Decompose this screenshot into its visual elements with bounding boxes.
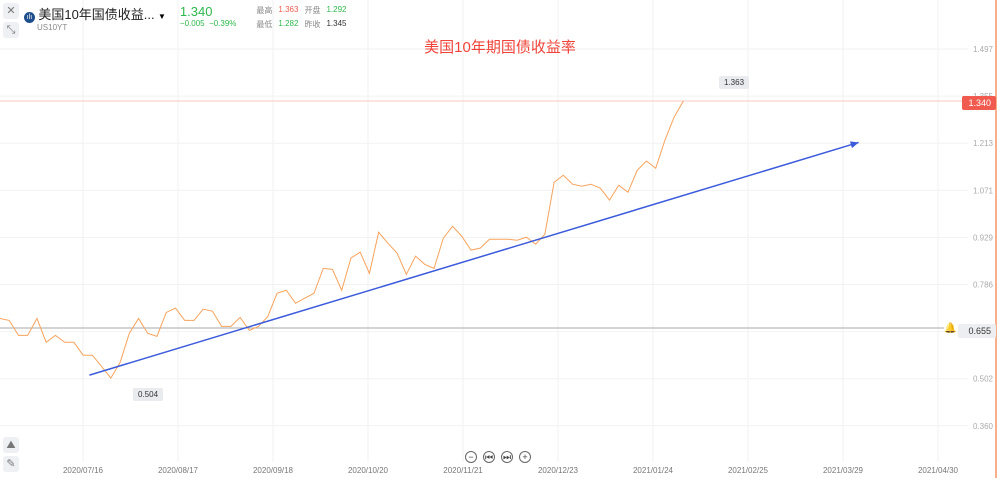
- zoom-in-button[interactable]: +: [519, 451, 531, 463]
- low-label: 最低: [256, 20, 273, 29]
- open-value: 1.292: [326, 5, 347, 14]
- symbol-logo-icon: ılı: [24, 12, 35, 23]
- x-tick-label: 2021/03/29: [823, 466, 864, 475]
- x-tick-label: 2021/02/25: [728, 466, 769, 475]
- alert-bell-icon[interactable]: 🔔: [944, 323, 956, 334]
- x-tick-label: 2021/04/30: [918, 466, 959, 475]
- symbol-code: US10YT: [37, 23, 68, 32]
- close-icon[interactable]: ✕: [3, 3, 19, 19]
- y-tick-label: 0.929: [973, 233, 994, 242]
- x-tick-label: 2020/11/21: [443, 466, 483, 475]
- x-tick-label: 2020/12/23: [538, 466, 579, 475]
- zoom-controls: − ⏮ ⏭ +: [465, 451, 531, 463]
- trend-line: [89, 141, 859, 376]
- x-tick-label: 2020/10/20: [348, 466, 389, 475]
- price-chart[interactable]: 1.4971.3551.2131.0710.9290.7860.6440.502…: [0, 0, 1000, 478]
- open-label: 开盘: [304, 6, 321, 15]
- last-price: 1.340: [179, 4, 213, 19]
- last-price-tag: 1.340: [962, 96, 996, 110]
- x-tick-label: 2020/08/17: [158, 466, 199, 475]
- change-pct: −0.39%: [209, 19, 237, 28]
- prev-close-label: 昨收: [304, 20, 321, 29]
- high-marker-label: 1.363: [719, 76, 750, 89]
- high-label: 最高: [256, 6, 273, 15]
- y-tick-label: 1.213: [973, 139, 994, 148]
- chart-title: 美国10年期国债收益率: [424, 39, 576, 56]
- x-tick-label: 2020/09/18: [253, 466, 294, 475]
- alert-price-tag[interactable]: 0.655: [958, 324, 996, 338]
- prev-close-value: 1.345: [326, 19, 347, 28]
- y-tick-label: 0.360: [973, 422, 994, 431]
- x-tick-label: 2020/07/16: [63, 466, 104, 475]
- draw-tool-icon[interactable]: ✎: [3, 456, 19, 472]
- y-tick-label: 0.786: [973, 281, 994, 290]
- scroll-end-button[interactable]: ⏭: [501, 451, 513, 463]
- y-tick-label: 0.502: [973, 375, 994, 384]
- y-tick-label: 1.071: [973, 186, 994, 195]
- low-value: 1.282: [278, 19, 299, 28]
- symbol-name[interactable]: 美国10年国债收益...: [38, 7, 154, 22]
- high-value: 1.363: [278, 5, 299, 14]
- trend-arrowhead: [849, 141, 859, 149]
- x-tick-label: 2021/01/24: [633, 466, 674, 475]
- chart-type-icon[interactable]: ⛰: [3, 437, 19, 453]
- zoom-out-button[interactable]: −: [465, 451, 477, 463]
- scroll-start-button[interactable]: ⏮: [483, 451, 495, 463]
- low-marker-label: 0.504: [133, 388, 164, 401]
- series-line: [0, 100, 684, 379]
- change: −0.005: [179, 19, 205, 28]
- dropdown-icon[interactable]: ▼: [158, 12, 166, 21]
- symbol-header: ılı 美国10年国债收益... ▼ US10YT 1.340 −0.005 −…: [24, 4, 346, 32]
